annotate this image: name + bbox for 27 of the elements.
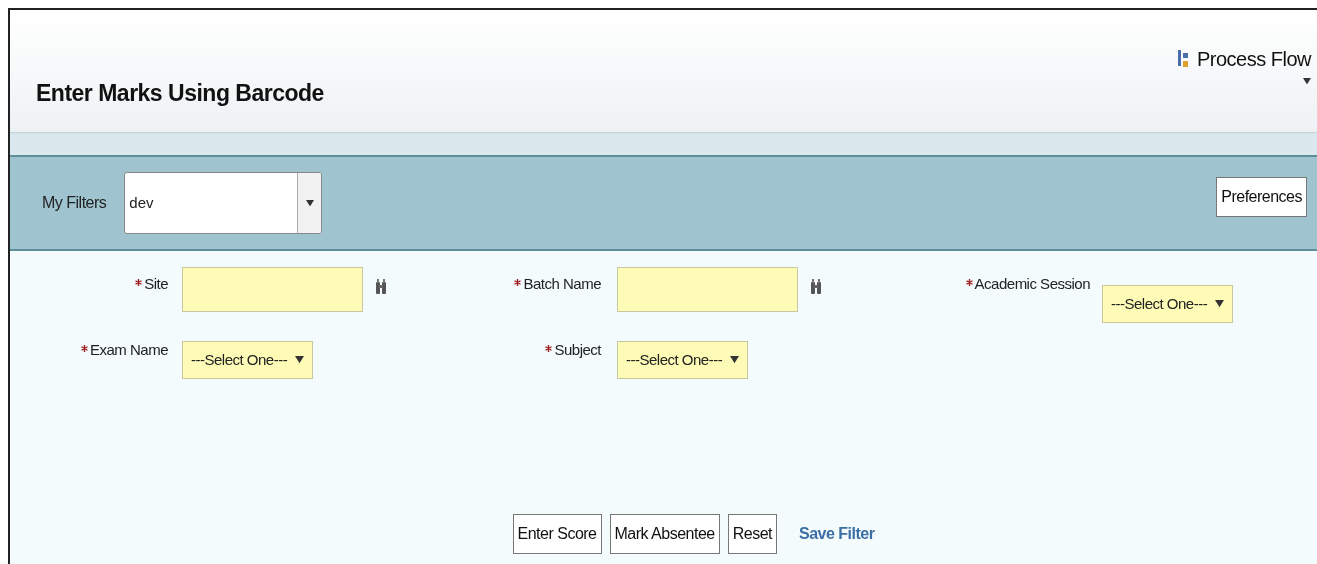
caret-icon — [295, 356, 305, 364]
preferences-button[interactable]: Preferences — [1216, 177, 1307, 217]
text-field[interactable] — [182, 267, 363, 312]
caret-icon — [1215, 300, 1225, 308]
caret-icon — [730, 356, 740, 364]
filter-label: My Filters — [42, 193, 107, 213]
field-label: Academic Session — [965, 273, 1090, 323]
binoculars-icon[interactable] — [375, 279, 387, 295]
caret-icon — [1303, 78, 1311, 85]
flowchart-icon — [1177, 50, 1189, 68]
filter-dropdown[interactable]: dev — [124, 172, 323, 234]
field-label: Exam Name — [80, 339, 168, 379]
select-dropdown[interactable]: ---Select One--- — [1102, 285, 1234, 323]
caret-icon — [305, 199, 314, 207]
field-label: Batch Name — [514, 273, 601, 323]
text-field[interactable] — [617, 267, 798, 312]
select-dropdown[interactable]: ---Select One--- — [617, 341, 749, 379]
field-label: Site — [135, 273, 168, 323]
action-button[interactable]: Mark Absentee — [609, 514, 720, 554]
action-button[interactable]: Enter Score — [512, 514, 602, 554]
page-title: Enter Marks Using Barcode — [36, 79, 324, 108]
save-filter-link[interactable]: Save Filter — [799, 522, 875, 546]
binoculars-icon[interactable] — [810, 279, 822, 295]
action-button[interactable]: Reset — [727, 514, 778, 554]
process-flow-link[interactable]: Process Flow — [1196, 44, 1311, 74]
select-dropdown[interactable]: ---Select One--- — [182, 341, 314, 379]
field-label: Subject — [545, 339, 601, 379]
